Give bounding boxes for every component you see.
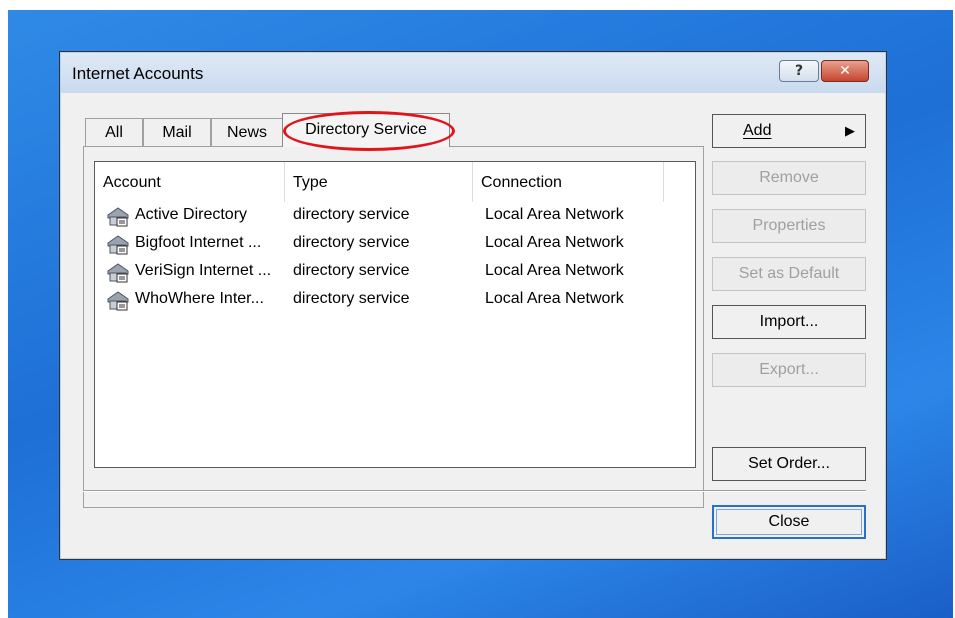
account-connection: Local Area Network — [485, 262, 624, 279]
add-button[interactable]: Add ▶ — [712, 114, 866, 148]
accounts-list[interactable]: Account Type Connection Active Directory… — [94, 161, 696, 468]
question-mark-icon: ? — [794, 63, 804, 79]
account-type: directory service — [293, 290, 410, 307]
window-close-button[interactable]: ✕ — [821, 60, 869, 82]
list-header: Account Type Connection — [95, 162, 695, 202]
account-connection: Local Area Network — [485, 206, 624, 223]
export-button[interactable]: Export... — [712, 353, 866, 387]
remove-button[interactable]: Remove — [712, 161, 866, 195]
list-item[interactable]: WhoWhere Inter... directory service Loca… — [95, 286, 695, 314]
list-item[interactable]: VeriSign Internet ... directory service … — [95, 258, 695, 286]
account-type: directory service — [293, 206, 410, 223]
close-icon: ✕ — [839, 63, 851, 79]
column-header-account[interactable]: Account — [95, 162, 285, 202]
list-item[interactable]: Active Directory directory service Local… — [95, 202, 695, 230]
red-highlight-circle — [283, 111, 455, 151]
add-button-label: Add — [743, 122, 772, 139]
tab-mail[interactable]: Mail — [143, 118, 211, 146]
help-button[interactable]: ? — [779, 60, 819, 82]
properties-button[interactable]: Properties — [712, 209, 866, 243]
account-connection: Local Area Network — [485, 234, 624, 251]
internet-accounts-dialog: Internet Accounts ? ✕ All Mail News Dire… — [59, 51, 887, 560]
directory-service-icon — [107, 263, 129, 283]
tab-news[interactable]: News — [211, 118, 283, 146]
account-name: VeriSign Internet ... — [135, 262, 272, 279]
directory-service-icon — [107, 207, 129, 227]
account-name: Bigfoot Internet ... — [135, 234, 262, 251]
dialog-client-area: All Mail News Directory Service Account … — [61, 93, 885, 558]
focus-ring — [716, 509, 862, 535]
account-type: directory service — [293, 262, 410, 279]
column-header-connection[interactable]: Connection — [473, 162, 664, 202]
account-name: WhoWhere Inter... — [135, 290, 264, 307]
separator-line — [83, 490, 866, 492]
close-button[interactable]: Close — [712, 505, 866, 539]
set-as-default-button[interactable]: Set as Default — [712, 257, 866, 291]
account-name: Active Directory — [135, 206, 248, 223]
directory-service-icon — [107, 291, 129, 311]
title-bar: Internet Accounts ? ✕ — [61, 53, 885, 93]
account-type: directory service — [293, 234, 410, 251]
tab-all[interactable]: All — [85, 118, 143, 146]
column-header-type[interactable]: Type — [285, 162, 473, 202]
window-title: Internet Accounts — [72, 64, 204, 83]
directory-service-icon — [107, 235, 129, 255]
account-connection: Local Area Network — [485, 290, 624, 307]
set-order-button[interactable]: Set Order... — [712, 447, 866, 481]
list-item[interactable]: Bigfoot Internet ... directory service L… — [95, 230, 695, 258]
submenu-arrow-icon: ▶ — [845, 123, 855, 138]
import-button[interactable]: Import... — [712, 305, 866, 339]
